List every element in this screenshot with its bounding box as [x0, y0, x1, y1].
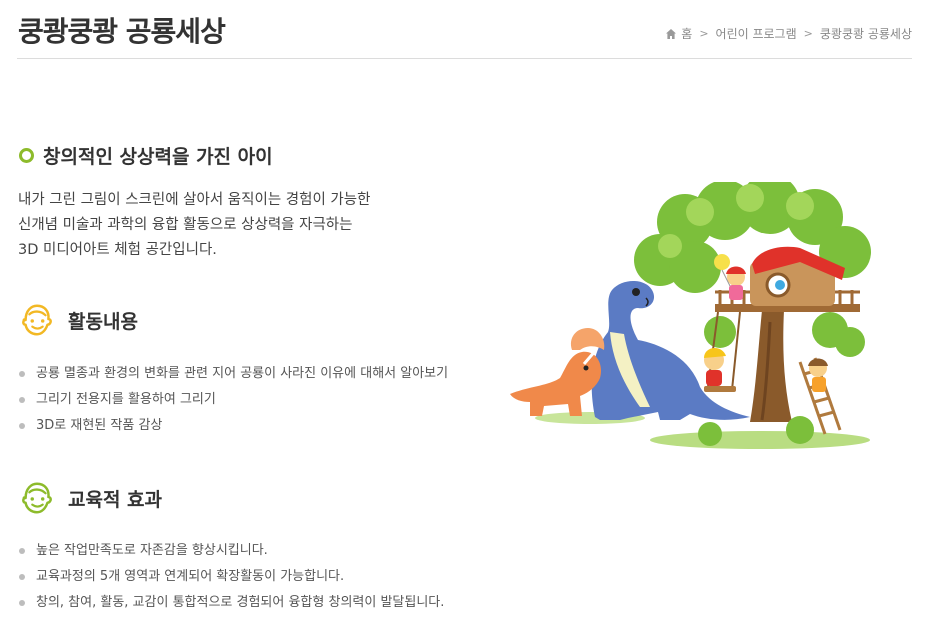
list-item: 창의, 참여, 활동, 교감이 통합적으로 경험되어 융합형 창의력이 발달됩니…: [18, 590, 444, 616]
intro-text: 내가 그린 그림이 스크린에 살아서 움직이는 경험이 가능한 신개념 미술과 …: [18, 188, 370, 263]
effect-title: 교육적 효과: [68, 488, 163, 511]
activity-heading: 활동내용: [18, 301, 138, 339]
breadcrumb-home[interactable]: 홈: [681, 25, 692, 42]
effect-heading: 교육적 효과: [18, 479, 162, 517]
intro-line: 3D 미디어아트 체험 공간입니다.: [18, 242, 217, 258]
header-divider: [17, 58, 912, 59]
breadcrumb-current[interactable]: 쿵쾅쿵쾅 공룡세상: [820, 25, 912, 42]
section-title: 창의적인 상상력을 가진 아이: [19, 142, 273, 169]
list-item: 3D로 재현된 작품 감상: [18, 413, 448, 439]
intro-line: 신개념 미술과 과학의 융합 활동으로 상상력을 자극하는: [18, 217, 353, 233]
dinosaur-treehouse-illustration: [510, 182, 871, 449]
chevron-right-icon: >: [803, 27, 813, 40]
section-title-text: 창의적인 상상력을 가진 아이: [43, 146, 273, 168]
page-title: 쿵쾅쿵쾅 공룡세상: [18, 15, 226, 48]
smiley-face-icon: [22, 304, 52, 336]
list-item: 공룡 멸종과 환경의 변화를 관련 지어 공룡이 사라진 이유에 대해서 알아보…: [18, 361, 448, 387]
home-icon[interactable]: [665, 28, 677, 40]
list-item: 교육과정의 5개 영역과 연계되어 확장활동이 가능합니다.: [18, 564, 444, 590]
activity-title: 활동내용: [68, 310, 138, 333]
intro-line: 내가 그린 그림이 스크린에 살아서 움직이는 경험이 가능한: [18, 192, 371, 208]
breadcrumb-kids-program[interactable]: 어린이 프로그램: [716, 25, 797, 42]
list-item: 높은 작업만족도로 자존감을 향상시킵니다.: [18, 538, 444, 564]
list-item: 그리기 전용지를 활용하여 그리기: [18, 387, 448, 413]
breadcrumb: 홈 > 어린이 프로그램 > 쿵쾅쿵쾅 공룡세상: [665, 25, 912, 42]
ring-bullet-icon: [19, 148, 34, 163]
smiley-face-icon: [22, 482, 52, 514]
chevron-right-icon: >: [699, 27, 709, 40]
effect-list: 높은 작업만족도로 자존감을 향상시킵니다. 교육과정의 5개 영역과 연계되어…: [18, 538, 444, 616]
activity-list: 공룡 멸종과 환경의 변화를 관련 지어 공룡이 사라진 이유에 대해서 알아보…: [18, 361, 448, 439]
